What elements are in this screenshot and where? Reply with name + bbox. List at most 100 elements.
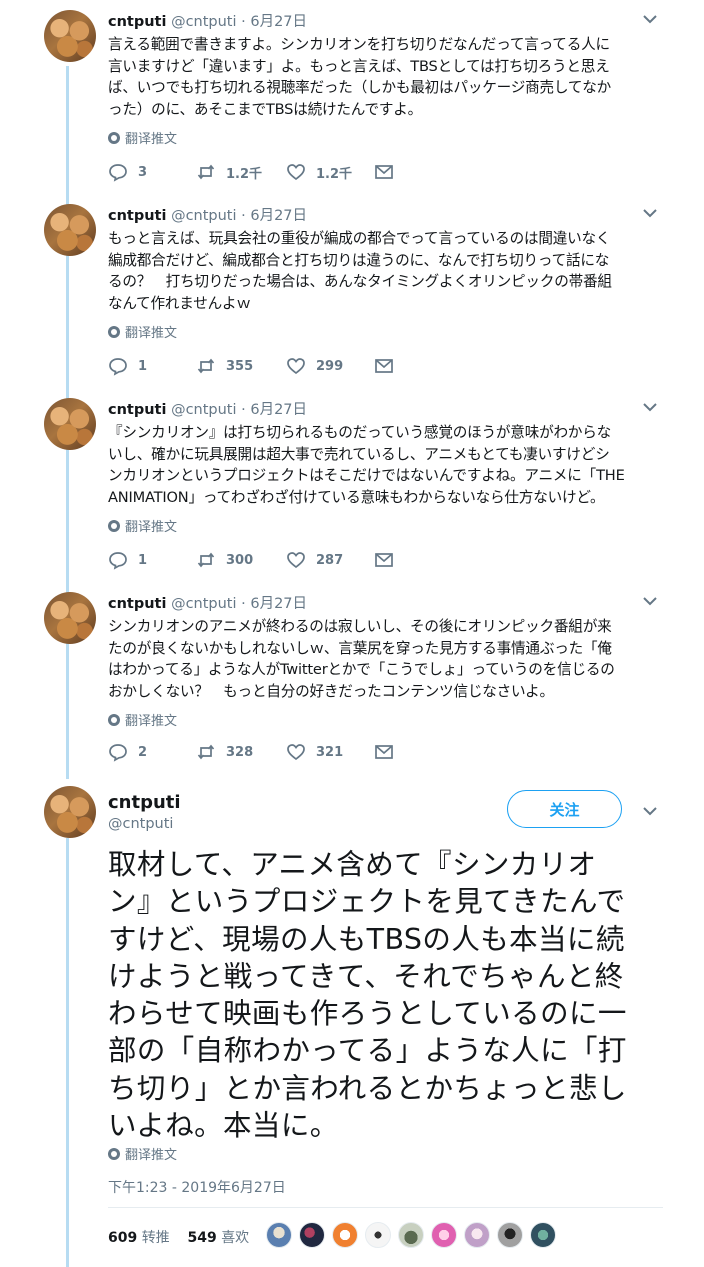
reply-button[interactable]: 2 [108,742,147,762]
dm-button[interactable] [374,162,404,182]
tweet-date[interactable]: 6月27日 [250,596,307,612]
handle[interactable]: @cntputi [171,596,236,612]
translate-link[interactable]: 翻译推文 [108,322,177,341]
divider [108,1207,663,1208]
avatar[interactable] [44,398,96,450]
like-button[interactable]: 299 [286,356,343,376]
reply-icon [109,358,127,376]
reply-count: 1 [138,358,148,374]
display-name[interactable]: cntputi [108,402,166,418]
dm-button[interactable] [374,550,404,570]
dm-icon [375,745,393,759]
engagement-stats: 609 转推 549 喜欢 [108,1227,249,1247]
tweet-text: 『シンカリオン』は打ち切られるものだっていう感覚のほうが意味がわからな いし、確… [108,424,625,506]
tweet[interactable]: cntputi @cntputi · 6月27日 シンカリオンのアニメが終わるの… [0,584,704,776]
like-count: 299 [316,358,344,374]
translate-link[interactable]: 翻译推文 [108,1144,177,1163]
reply-icon [109,164,127,182]
retweet-count: 328 [226,744,254,760]
liker-avatar[interactable] [431,1222,457,1248]
tweet-actions: 1 355 299 [108,356,408,378]
avatar[interactable] [44,592,96,644]
tweet-header: cntputi @cntputi · 6月27日 [108,208,308,224]
avatar[interactable] [44,204,96,256]
liker-avatar[interactable] [332,1222,358,1248]
liker-avatar[interactable] [464,1222,490,1248]
retweet-button[interactable]: 1.2千 [196,162,262,182]
display-name[interactable]: cntputi [108,14,166,30]
like-icon [287,744,305,761]
handle[interactable]: @cntputi [171,14,236,30]
dm-icon [375,165,393,179]
tweet-text: 言える範囲で書きますよ。シンカリオンを打ち切りだなんだって言ってる人に 言います… [108,36,612,118]
avatar[interactable] [44,786,96,838]
reply-button[interactable]: 3 [108,162,147,182]
like-count: 287 [316,552,344,568]
tweet-actions: 1 300 287 [108,550,408,572]
liker-avatar[interactable] [530,1222,556,1248]
reply-button[interactable]: 1 [108,550,147,570]
reply-icon [109,552,127,570]
chevron-down-icon[interactable] [641,804,659,818]
liker-avatar[interactable] [365,1222,391,1248]
globe-icon [108,326,120,338]
globe-icon [108,1148,120,1160]
retweet-count: 1.2千 [226,166,263,182]
tweet-date[interactable]: 6月27日 [250,208,307,224]
handle[interactable]: @cntputi [171,402,236,418]
tweet-date[interactable]: 6月27日 [250,14,307,30]
display-name[interactable]: cntputi [108,792,181,813]
tweet[interactable]: cntputi @cntputi · 6月27日 言える範囲で書きますよ。シンカ… [0,2,704,194]
translate-link[interactable]: 翻译推文 [108,710,177,729]
chevron-down-icon[interactable] [641,206,659,220]
chevron-down-icon[interactable] [641,12,659,26]
like-count: 321 [316,744,344,760]
dm-icon [375,359,393,373]
like-icon [287,358,305,375]
tweet[interactable]: cntputi @cntputi · 6月27日 『シンカリオン』は打ち切られる… [0,390,704,582]
liker-avatar[interactable] [398,1222,424,1248]
retweet-icon [197,164,215,180]
dm-button[interactable] [374,742,404,762]
retweet-count: 355 [226,358,254,374]
chevron-down-icon[interactable] [641,400,659,414]
avatar[interactable] [44,10,96,62]
dm-button[interactable] [374,356,404,376]
translate-link[interactable]: 翻译推文 [108,516,177,535]
liker-avatar[interactable] [299,1222,325,1248]
like-button[interactable]: 321 [286,742,343,762]
retweet-button[interactable]: 328 [196,742,253,762]
retweet-icon [197,744,215,760]
translate-link[interactable]: 翻译推文 [108,128,177,147]
tweet-timestamp[interactable]: 下午1:23 - 2019年6月27日 [108,1177,286,1197]
display-name[interactable]: cntputi [108,208,166,224]
like-count: 1.2千 [316,166,353,182]
retweet-button[interactable]: 355 [196,356,253,376]
reply-icon [109,744,127,762]
like-button[interactable]: 287 [286,550,343,570]
like-stat[interactable]: 549 喜欢 [188,1230,250,1246]
retweet-icon [197,358,215,374]
reply-count: 1 [138,552,148,568]
like-button[interactable]: 1.2千 [286,162,352,182]
retweet-button[interactable]: 300 [196,550,253,570]
tweet-header: cntputi @cntputi · 6月27日 [108,14,308,30]
follow-button[interactable]: 关注 [507,790,622,828]
tweet-actions: 3 1.2千 1.2千 [108,162,408,184]
tweet-header: cntputi @cntputi · 6月27日 [108,402,308,418]
tweet-header: cntputi @cntputi · 6月27日 [108,596,308,612]
reply-button[interactable]: 1 [108,356,147,376]
liker-avatar[interactable] [497,1222,523,1248]
retweet-stat[interactable]: 609 转推 [108,1230,170,1246]
dm-icon [375,553,393,567]
handle[interactable]: @cntputi [108,816,173,832]
liker-avatar[interactable] [266,1222,292,1248]
chevron-down-icon[interactable] [641,594,659,608]
tweet[interactable]: cntputi @cntputi · 6月27日 もっと言えば、玩具会社の重役が… [0,196,704,388]
handle[interactable]: @cntputi [171,208,236,224]
tweet-date[interactable]: 6月27日 [250,402,307,418]
like-icon [287,164,305,181]
display-name[interactable]: cntputi [108,596,166,612]
globe-icon [108,520,120,532]
tweet-actions: 2 328 321 [108,742,408,764]
